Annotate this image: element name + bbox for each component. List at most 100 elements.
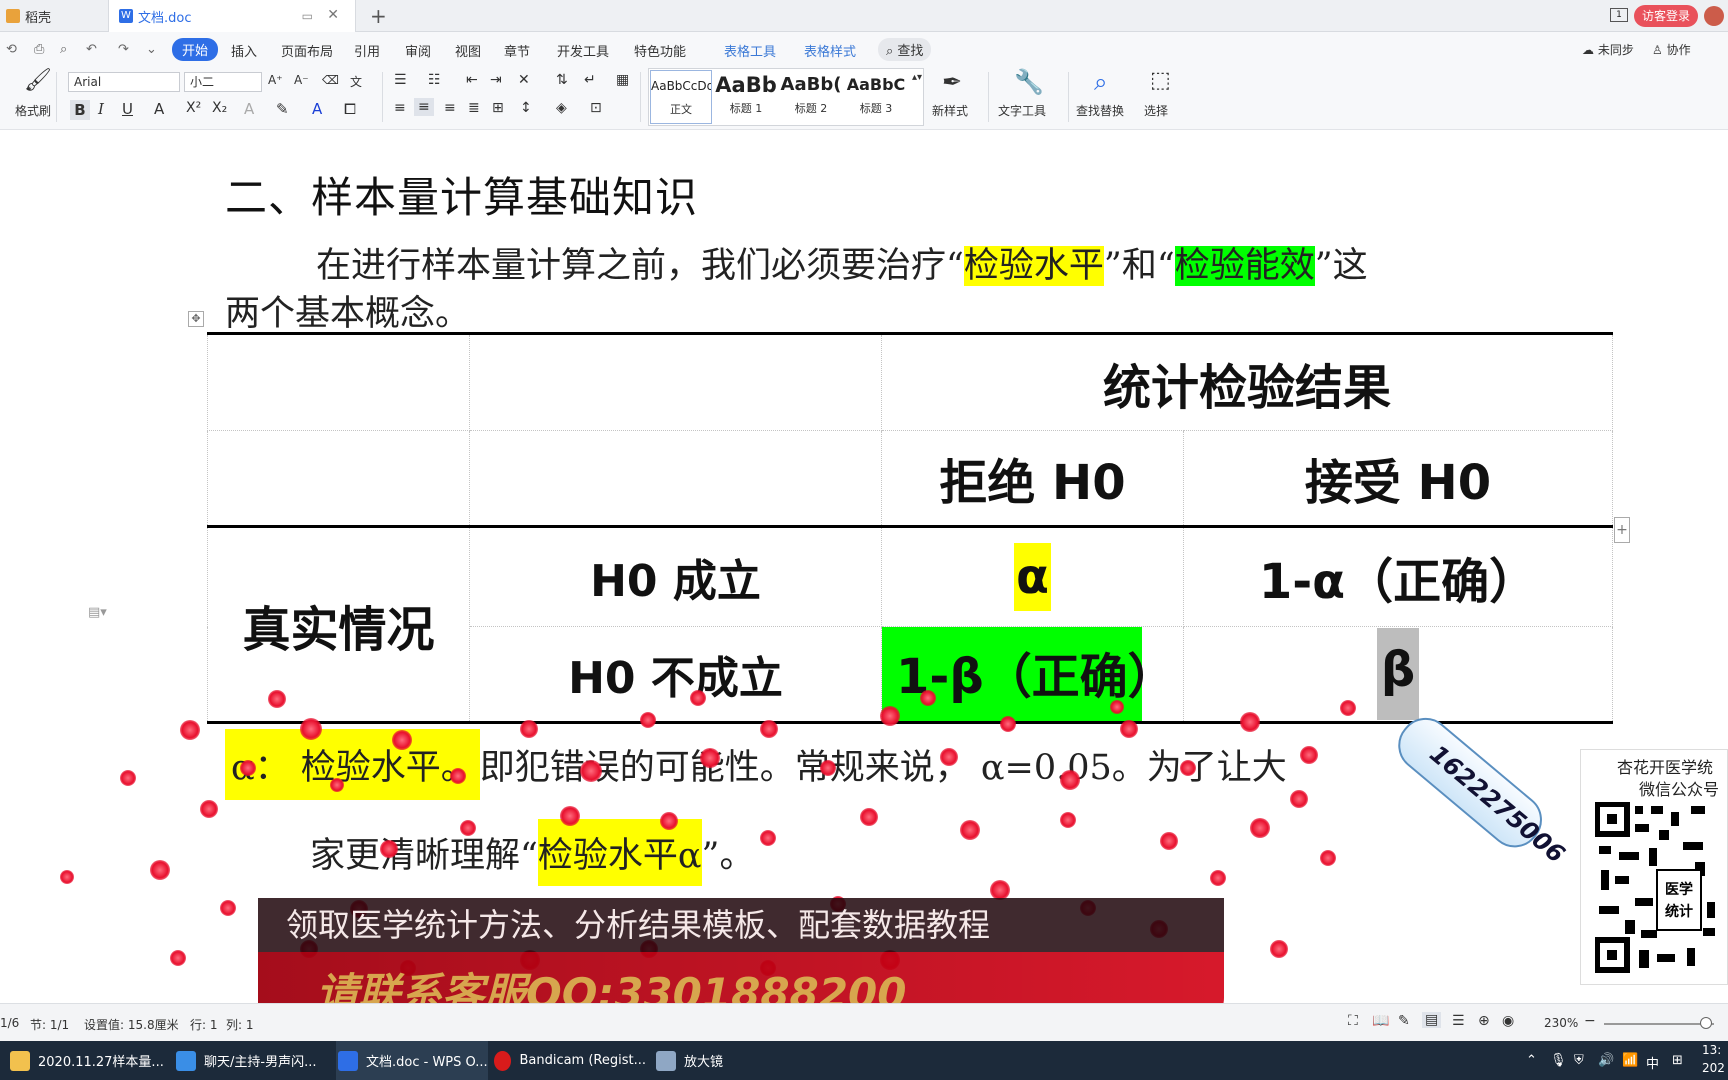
text-effect-icon[interactable]: A <box>244 100 254 118</box>
taskbar-item-chat[interactable]: 聊天/主持-男声闪... <box>176 1041 332 1080</box>
volume-icon[interactable]: 🔊 <box>1598 1053 1614 1068</box>
paragraph-marker-icon[interactable]: ▤▾ <box>88 605 107 620</box>
table-grid-icon[interactable]: ▦ <box>616 72 629 88</box>
style-heading-3[interactable]: AaBbC 标题 3 <box>845 70 907 124</box>
taskbar-item-magnifier[interactable]: 放大镜 <box>656 1041 756 1080</box>
decrease-indent-icon[interactable]: ⇤ <box>466 72 478 88</box>
char-border-icon[interactable]: ⧠ <box>344 100 356 118</box>
status-page[interactable]: 1/6 <box>0 1016 19 1030</box>
shrink-font-icon[interactable]: A⁻ <box>294 73 309 87</box>
bullet-list-icon[interactable]: ☰ <box>394 72 407 88</box>
table-cell-empty[interactable] <box>207 332 470 431</box>
table-move-handle-icon[interactable]: ✥ <box>188 311 204 327</box>
tab-daoke[interactable]: 稻壳 <box>0 0 108 32</box>
network-icon[interactable]: 📶 <box>1622 1053 1638 1068</box>
menu-table-style[interactable]: 表格样式 <box>804 41 856 60</box>
superscript-icon[interactable]: X² <box>186 100 201 116</box>
document-canvas[interactable]: 二、样本量计算基础知识 在进行样本量计算之前，我们必须要治疗“检验水平”和“检验… <box>0 131 1728 1003</box>
new-tab-icon[interactable]: + <box>370 4 387 28</box>
font-size-select[interactable]: 小二 <box>184 72 262 92</box>
avatar[interactable] <box>1704 6 1724 26</box>
microphone-icon[interactable]: 🎙 <box>1550 1053 1567 1068</box>
add-column-icon[interactable]: + <box>1614 517 1630 543</box>
menu-review[interactable]: 审阅 <box>405 41 431 60</box>
chinese-layout-icon[interactable]: ✕ <box>518 72 530 88</box>
menu-start[interactable]: 开始 <box>172 38 219 61</box>
menu-insert[interactable]: 插入 <box>231 41 257 60</box>
menu-references[interactable]: 引用 <box>354 41 380 60</box>
find-replace-icon[interactable]: ⌕ <box>1094 68 1107 96</box>
subscript-icon[interactable]: X₂ <box>212 100 227 116</box>
new-style-icon[interactable]: ✒ <box>942 68 962 96</box>
eye-protection-icon[interactable]: ◉ <box>1502 1013 1514 1029</box>
clock-time[interactable]: 13: <box>1702 1043 1721 1057</box>
numbered-list-icon[interactable]: ☷ <box>428 72 441 88</box>
more-dropdown-icon[interactable]: ⌄ <box>146 42 157 57</box>
ime-grid-icon[interactable]: ⊞ <box>1672 1053 1683 1068</box>
grow-font-icon[interactable]: A⁺ <box>268 73 283 87</box>
borders-icon[interactable]: ⊡ <box>590 100 602 116</box>
font-name-select[interactable]: Arial <box>68 72 180 92</box>
taskbar-item-wps[interactable]: 文档.doc - WPS O... <box>336 1041 488 1080</box>
format-painter-icon[interactable]: 🖌 <box>24 68 52 93</box>
table-cell-empty[interactable] <box>469 332 882 431</box>
shading-icon[interactable]: ◈ <box>556 100 567 116</box>
font-color-icon[interactable]: A <box>312 100 322 118</box>
print-icon[interactable]: ⎙ <box>34 42 44 57</box>
clear-format-icon[interactable]: ⌫ <box>322 73 339 87</box>
menu-developer[interactable]: 开发工具 <box>557 41 609 60</box>
style-heading-1[interactable]: AaBb 标题 1 <box>715 70 777 124</box>
italic-icon[interactable]: I <box>98 100 104 118</box>
style-heading-2[interactable]: AaBb( 标题 2 <box>780 70 842 124</box>
increase-indent-icon[interactable]: ⇥ <box>490 72 502 88</box>
collaborate-button[interactable]: ♙ 协作 <box>1652 41 1691 58</box>
table-col-reject[interactable]: 拒绝 H0 <box>881 430 1184 528</box>
table-cell-one-minus-alpha[interactable]: 1-α（正确） <box>1183 526 1613 627</box>
undo-icon[interactable]: ↶ <box>86 42 97 57</box>
table-cell-alpha[interactable]: α <box>881 526 1184 627</box>
outline-view-icon[interactable]: ☰ <box>1452 1013 1465 1029</box>
sync-status[interactable]: ☁ 未同步 <box>1582 41 1634 58</box>
justify-icon[interactable]: ≣ <box>468 100 480 116</box>
taskbar-item-bandicam[interactable]: Bandicam (Regist... <box>494 1041 646 1080</box>
zoom-out-icon[interactable]: − <box>1584 1013 1596 1029</box>
table-row1-label[interactable]: H0 成立 <box>469 526 882 627</box>
redo-icon[interactable]: ↷ <box>118 42 129 57</box>
web-view-icon[interactable]: ⊕ <box>1478 1013 1490 1029</box>
new-style-label[interactable]: 新样式 <box>932 102 968 119</box>
page-view-icon[interactable]: ▤ <box>1422 1012 1442 1028</box>
select-icon[interactable]: ⬚ <box>1150 68 1171 93</box>
shield-icon[interactable]: ⛨ <box>1574 1053 1584 1068</box>
page-count-icon[interactable]: 1 <box>1610 8 1628 22</box>
table-header-result[interactable]: 统计检验结果 <box>881 332 1613 431</box>
show-marks-icon[interactable]: ↵ <box>584 72 596 88</box>
strikethrough-icon[interactable]: A <box>154 100 164 118</box>
text-tool-label[interactable]: 文字工具 <box>998 102 1046 119</box>
menu-chapter[interactable]: 章节 <box>504 41 530 60</box>
table-row2-label[interactable]: H0 不成立 <box>469 626 882 724</box>
menu-view[interactable]: 视图 <box>455 41 481 60</box>
edit-mode-icon[interactable]: ✎ <box>1398 1013 1410 1029</box>
menu-page-layout[interactable]: 页面布局 <box>281 41 333 60</box>
print-preview-icon[interactable]: ⌕ <box>60 42 67 57</box>
format-painter-label[interactable]: 格式刷 <box>15 102 51 119</box>
table-cell-beta[interactable]: β <box>1183 626 1613 724</box>
align-center-icon[interactable]: ≡ <box>414 98 434 116</box>
text-tool-icon[interactable]: 🔧 <box>1014 68 1044 96</box>
table-col-accept[interactable]: 接受 H0 <box>1183 430 1613 528</box>
sort-icon[interactable]: ⇅ <box>556 72 568 88</box>
table-cell-empty[interactable] <box>469 430 882 528</box>
highlight-icon[interactable]: ✎ <box>276 100 289 118</box>
distribute-icon[interactable]: ⊞ <box>492 100 504 116</box>
clock-date[interactable]: 202 <box>1702 1061 1725 1075</box>
phonetic-icon[interactable]: 文 <box>350 73 362 90</box>
find-replace-label[interactable]: 查找替换 <box>1076 102 1124 119</box>
ime-indicator[interactable]: 中 <box>1646 1053 1659 1072</box>
bold-icon[interactable]: B <box>70 100 90 120</box>
menu-special[interactable]: 特色功能 <box>634 41 686 60</box>
table-cell-power[interactable]: 1-β（正确） <box>881 626 1184 724</box>
tab-close-icon[interactable]: ✕ <box>327 7 339 23</box>
zoom-level[interactable]: 230% <box>1544 1016 1578 1030</box>
table-cell-empty[interactable] <box>207 430 470 528</box>
menu-table-tools[interactable]: 表格工具 <box>724 41 776 60</box>
